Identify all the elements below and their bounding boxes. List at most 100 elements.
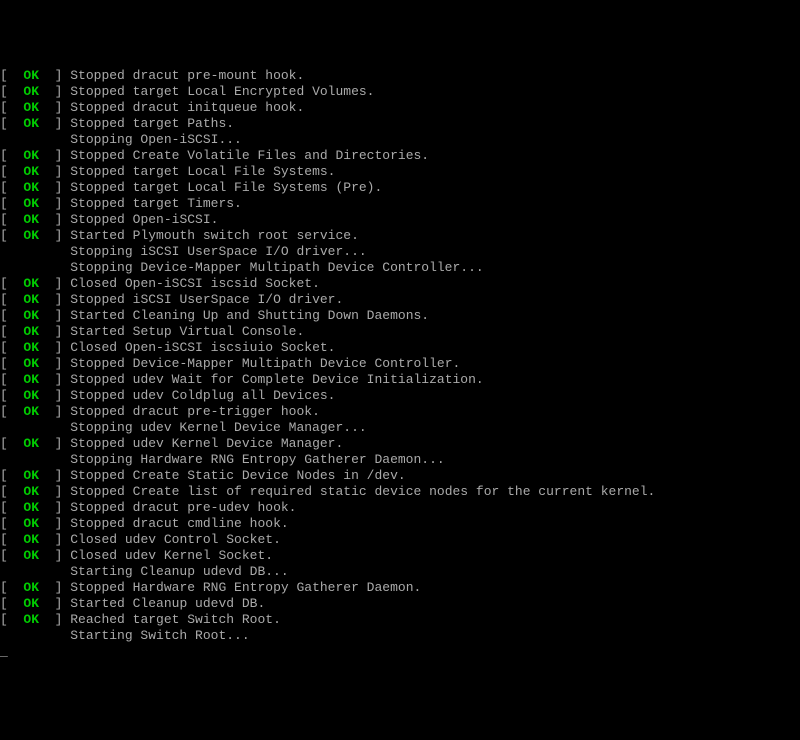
boot-line: Stopping iSCSI UserSpace I/O driver...: [0, 244, 800, 260]
status-ok: OK: [23, 228, 39, 243]
bracket-close: ]: [39, 468, 70, 483]
bracket-close: ]: [39, 612, 70, 627]
boot-line: [ OK ] Started Setup Virtual Console.: [0, 324, 800, 340]
boot-line: [ OK ] Started Cleaning Up and Shutting …: [0, 308, 800, 324]
boot-message: Stopping Open-iSCSI...: [70, 132, 242, 147]
boot-line: [ OK ] Stopped dracut initqueue hook.: [0, 100, 800, 116]
indent: [0, 628, 70, 643]
boot-line: [ OK ] Stopped Create Static Device Node…: [0, 468, 800, 484]
bracket-close: ]: [39, 212, 70, 227]
bracket-close: ]: [39, 372, 70, 387]
boot-message: Stopped iSCSI UserSpace I/O driver.: [70, 292, 343, 307]
indent: [0, 132, 70, 147]
status-ok: OK: [23, 612, 39, 627]
boot-message: Starting Cleanup udevd DB...: [70, 564, 288, 579]
status-ok: OK: [23, 116, 39, 131]
status-ok: OK: [23, 548, 39, 563]
bracket-close: ]: [39, 484, 70, 499]
bracket-open: [: [0, 484, 23, 499]
boot-message: Stopped target Local Encrypted Volumes.: [70, 84, 374, 99]
bracket-close: ]: [39, 196, 70, 211]
boot-line: [ OK ] Started Plymouth switch root serv…: [0, 228, 800, 244]
boot-line: [ OK ] Stopped Open-iSCSI.: [0, 212, 800, 228]
boot-message: Reached target Switch Root.: [70, 612, 281, 627]
bracket-open: [: [0, 228, 23, 243]
bracket-close: ]: [39, 500, 70, 515]
bracket-open: [: [0, 100, 23, 115]
bracket-open: [: [0, 164, 23, 179]
boot-line: Stopping Device-Mapper Multipath Device …: [0, 260, 800, 276]
boot-message: Stopped dracut pre-mount hook.: [70, 68, 304, 83]
bracket-close: ]: [39, 100, 70, 115]
boot-message: Starting Switch Root...: [70, 628, 249, 643]
status-ok: OK: [23, 484, 39, 499]
boot-message: Stopped Create Volatile Files and Direct…: [70, 148, 429, 163]
status-ok: OK: [23, 340, 39, 355]
bracket-close: ]: [39, 404, 70, 419]
boot-message: Stopped dracut cmdline hook.: [70, 516, 288, 531]
status-ok: OK: [23, 580, 39, 595]
status-ok: OK: [23, 100, 39, 115]
boot-message: Stopped dracut initqueue hook.: [70, 100, 304, 115]
boot-line: [ OK ] Stopped target Local File Systems…: [0, 180, 800, 196]
boot-line: [ OK ] Closed udev Kernel Socket.: [0, 548, 800, 564]
bracket-open: [: [0, 612, 23, 627]
boot-message: Stopped target Timers.: [70, 196, 242, 211]
boot-message: Stopped udev Wait for Complete Device In…: [70, 372, 483, 387]
boot-message: Closed udev Kernel Socket.: [70, 548, 273, 563]
boot-message: Stopped udev Kernel Device Manager.: [70, 436, 343, 451]
bracket-open: [: [0, 116, 23, 131]
boot-log: [ OK ] Stopped dracut pre-mount hook. [ O…: [0, 68, 800, 660]
boot-line: [ OK ] Stopped dracut pre-udev hook.: [0, 500, 800, 516]
bracket-open: [: [0, 212, 23, 227]
boot-message: Stopped Create Static Device Nodes in /d…: [70, 468, 405, 483]
boot-message: Stopped Create list of required static d…: [70, 484, 655, 499]
bracket-close: ]: [39, 292, 70, 307]
boot-line: [ OK ] Stopped Hardware RNG Entropy Gath…: [0, 580, 800, 596]
boot-message: Stopped dracut pre-trigger hook.: [70, 404, 320, 419]
boot-message: Stopped Hardware RNG Entropy Gatherer Da…: [70, 580, 421, 595]
boot-line: [ OK ] Stopped udev Wait for Complete De…: [0, 372, 800, 388]
bracket-open: [: [0, 404, 23, 419]
boot-line: Stopping Open-iSCSI...: [0, 132, 800, 148]
boot-line: [ OK ] Stopped dracut cmdline hook.: [0, 516, 800, 532]
status-ok: OK: [23, 308, 39, 323]
status-ok: OK: [23, 372, 39, 387]
bracket-open: [: [0, 356, 23, 371]
bracket-close: ]: [39, 116, 70, 131]
boot-line: [ OK ] Stopped target Local File Systems…: [0, 164, 800, 180]
boot-line: Starting Switch Root...: [0, 628, 800, 644]
boot-message: Closed Open-iSCSI iscsiuio Socket.: [70, 340, 335, 355]
boot-line: [ OK ] Stopped udev Kernel Device Manage…: [0, 436, 800, 452]
boot-line: [ OK ] Stopped target Paths.: [0, 116, 800, 132]
status-ok: OK: [23, 356, 39, 371]
bracket-open: [: [0, 68, 23, 83]
status-ok: OK: [23, 164, 39, 179]
bracket-open: [: [0, 388, 23, 403]
boot-line: [ OK ] Started Cleanup udevd DB.: [0, 596, 800, 612]
bracket-open: [: [0, 324, 23, 339]
bracket-close: ]: [39, 596, 70, 611]
bracket-open: [: [0, 580, 23, 595]
boot-line: [ OK ] Stopped dracut pre-trigger hook.: [0, 404, 800, 420]
indent: [0, 564, 70, 579]
bracket-open: [: [0, 196, 23, 211]
boot-line: [ OK ] Closed Open-iSCSI iscsiuio Socket…: [0, 340, 800, 356]
status-ok: OK: [23, 500, 39, 515]
bracket-close: ]: [39, 180, 70, 195]
boot-message: Started Plymouth switch root service.: [70, 228, 359, 243]
boot-message: Stopping Hardware RNG Entropy Gatherer D…: [70, 452, 444, 467]
boot-message: Stopping Device-Mapper Multipath Device …: [70, 260, 483, 275]
boot-line: [ OK ] Stopped target Timers.: [0, 196, 800, 212]
bracket-close: ]: [39, 164, 70, 179]
status-ok: OK: [23, 388, 39, 403]
bracket-open: [: [0, 308, 23, 323]
boot-line: Starting Cleanup udevd DB...: [0, 564, 800, 580]
boot-line: [ OK ] Stopped udev Coldplug all Devices…: [0, 388, 800, 404]
bracket-open: [: [0, 148, 23, 163]
bracket-open: [: [0, 276, 23, 291]
boot-line: [ OK ] Closed udev Control Socket.: [0, 532, 800, 548]
boot-message: Stopped Open-iSCSI.: [70, 212, 218, 227]
cursor-line: _: [0, 644, 800, 660]
bracket-close: ]: [39, 84, 70, 99]
